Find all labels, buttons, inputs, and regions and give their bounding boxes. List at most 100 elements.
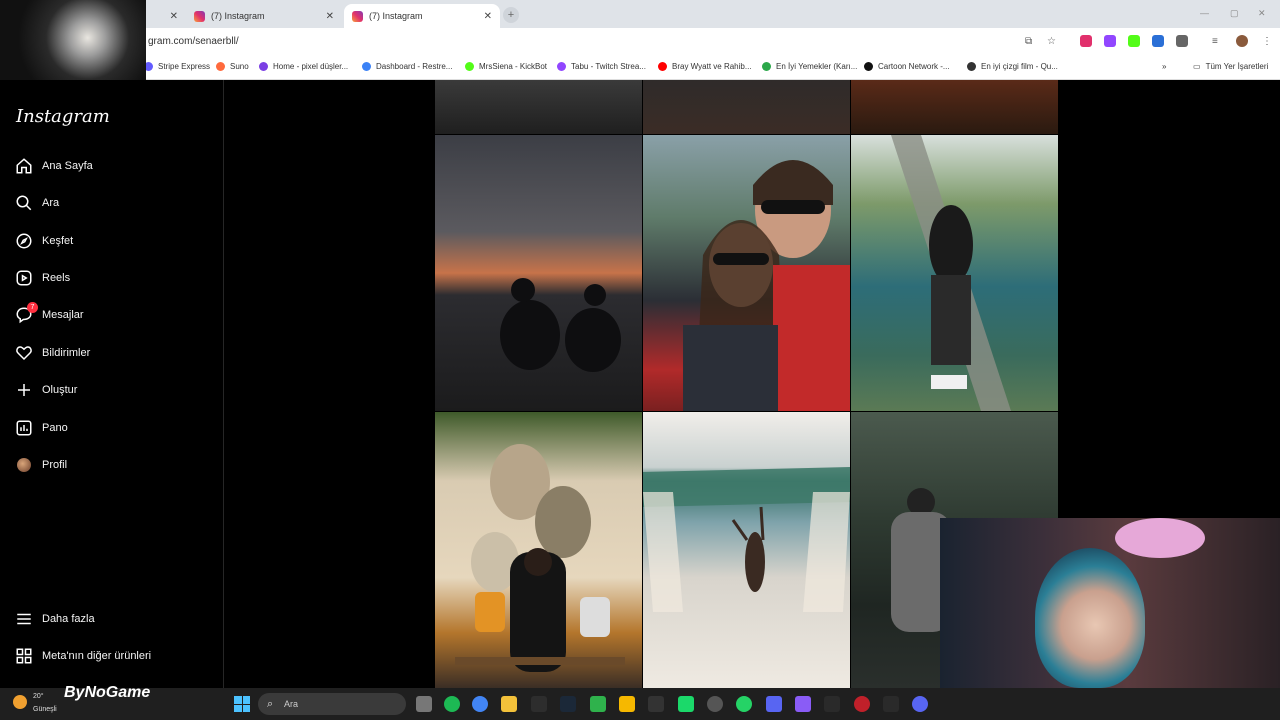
instagram-sidebar: Instagram Ana Sayfa Ara Keşfet Reels 7 M… (0, 80, 224, 688)
bookmark-favicon-icon (259, 62, 268, 71)
browser-tab-active[interactable]: (7) Instagram ✕ (344, 4, 500, 28)
bookmark-item[interactable]: Bray Wyatt ve Rahib... (658, 62, 752, 71)
app-icon[interactable] (766, 696, 782, 712)
url-text[interactable]: gram.com/senaerbll/ (148, 36, 239, 47)
close-tab-icon[interactable]: ✕ (170, 11, 178, 22)
bookmark-item[interactable]: MrsSiena - KickBot (465, 62, 547, 71)
nav-profile[interactable]: Profil (14, 453, 67, 477)
tab-title: (7) Instagram (369, 11, 423, 21)
discord-icon[interactable] (912, 696, 928, 712)
post-thumbnail[interactable] (643, 80, 850, 134)
nav-label: Bildirimler (42, 347, 91, 359)
app-icon[interactable] (824, 696, 840, 712)
app-icon[interactable] (678, 696, 694, 712)
bookmark-item[interactable]: Suno (216, 62, 249, 71)
bookmark-item[interactable]: Home - pixel düşler... (259, 62, 348, 71)
browser-tab-partial[interactable]: ✕ (146, 4, 186, 28)
bookmark-item[interactable]: Tabu - Twitch Strea... (557, 62, 646, 71)
webcam-overlay (940, 518, 1280, 690)
browser-tab[interactable]: (7) Instagram ✕ (186, 4, 342, 28)
install-app-icon[interactable]: ⧉ (1025, 36, 1032, 47)
nav-create[interactable]: Oluştur (14, 378, 77, 402)
minimize-icon[interactable]: — (1200, 8, 1209, 18)
post-thumbnail[interactable] (435, 135, 642, 411)
avatar (14, 455, 34, 475)
bookmark-item[interactable]: En iyi çizgi film - Qu... (967, 62, 1058, 71)
post-thumbnail[interactable] (851, 80, 1058, 134)
all-bookmarks-folder[interactable]: ▭ Tüm Yer İşaretleri (1193, 62, 1268, 71)
nav-label: Mesajlar (42, 309, 84, 321)
file-explorer-icon[interactable] (501, 696, 517, 712)
bookmark-favicon-icon (762, 62, 771, 71)
weather-sun-icon[interactable] (13, 695, 27, 709)
nav-search[interactable]: Ara (14, 191, 59, 215)
app-icon[interactable] (795, 696, 811, 712)
maximize-icon[interactable]: ▢ (1230, 8, 1239, 19)
nav-home[interactable]: Ana Sayfa (14, 154, 93, 178)
extension-icon[interactable] (1080, 35, 1092, 47)
instagram-logo[interactable]: Instagram (16, 106, 110, 127)
extension-icon[interactable] (1152, 35, 1164, 47)
reels-icon (14, 268, 34, 288)
app-icon[interactable] (883, 696, 899, 712)
weather-widget[interactable]: 20° (33, 692, 44, 702)
plus-icon (14, 380, 34, 400)
nav-reels[interactable]: Reels (14, 266, 70, 290)
beach-canopy-image (643, 467, 850, 612)
home-icon (14, 156, 34, 176)
whatsapp-icon[interactable] (736, 696, 752, 712)
nav-dashboard[interactable]: Pano (14, 416, 68, 440)
post-thumbnail[interactable] (643, 135, 850, 411)
sunset-silhouette-image (500, 278, 621, 372)
bookmark-item[interactable]: Cartoon Network -... (864, 62, 950, 71)
post-thumbnail[interactable] (435, 412, 642, 688)
reading-list-icon[interactable]: ≡ (1212, 36, 1218, 47)
nav-label: Reels (42, 272, 71, 284)
app-icon[interactable] (707, 696, 723, 712)
menu-kebab-icon[interactable]: ⋮ (1262, 36, 1272, 47)
weather-desc: Güneşli (33, 706, 57, 713)
close-tab-icon[interactable]: ✕ (326, 11, 334, 22)
rockstar-icon[interactable] (619, 696, 635, 712)
nav-explore[interactable]: Keşfet (14, 229, 73, 253)
windows-start-icon[interactable] (234, 696, 250, 712)
extension-icon[interactable] (1128, 35, 1140, 47)
instagram-favicon-icon (352, 10, 363, 22)
bookmark-item[interactable]: En İyi Yemekler (Karı... (762, 62, 857, 71)
spotify-icon[interactable] (444, 696, 460, 712)
taskbar-search-input[interactable]: ⌕ Ara (258, 693, 406, 715)
close-window-icon[interactable]: ✕ (1258, 8, 1266, 19)
chrome-icon[interactable] (472, 696, 488, 712)
post-thumbnail[interactable] (851, 135, 1058, 411)
bookmark-item[interactable]: Stripe Express (144, 62, 210, 71)
close-tab-icon[interactable]: ✕ (484, 11, 492, 22)
nav-label: Keşfet (42, 235, 74, 247)
bookmarks-overflow-icon[interactable]: » (1162, 62, 1166, 71)
bookmark-favicon-icon (465, 62, 474, 71)
instagram-favicon-icon (194, 10, 205, 22)
task-view-icon[interactable] (416, 696, 432, 712)
extensions-puzzle-icon[interactable] (1176, 35, 1188, 47)
steam-icon[interactable] (560, 696, 576, 712)
meta-apps-icon (14, 646, 34, 666)
app-icon[interactable] (590, 696, 606, 712)
nav-more[interactable]: Daha fazla (14, 607, 95, 631)
post-thumbnail[interactable] (435, 80, 642, 134)
extension-icon[interactable] (1104, 35, 1116, 47)
hamburger-menu-icon (14, 609, 34, 629)
post-thumbnail[interactable] (643, 412, 850, 688)
nav-label: Ara (42, 197, 60, 209)
epic-games-icon[interactable] (531, 696, 547, 712)
nav-label: Ana Sayfa (42, 160, 93, 172)
streamer-face (1035, 548, 1145, 688)
new-tab-button[interactable]: + (503, 7, 519, 23)
bookmark-item[interactable]: Dashboard - Restre... (362, 62, 452, 71)
bookmark-star-icon[interactable]: ☆ (1047, 36, 1056, 47)
bookmark-favicon-icon (967, 62, 976, 71)
nav-meta-products[interactable]: Meta'nın diğer ürünleri (14, 644, 151, 668)
nav-messages[interactable]: 7 Mesajlar (14, 302, 84, 327)
capcut-icon[interactable] (648, 696, 664, 712)
profile-avatar-icon[interactable] (1236, 35, 1248, 47)
app-icon[interactable] (854, 696, 870, 712)
nav-notifications[interactable]: Bildirimler (14, 341, 90, 365)
